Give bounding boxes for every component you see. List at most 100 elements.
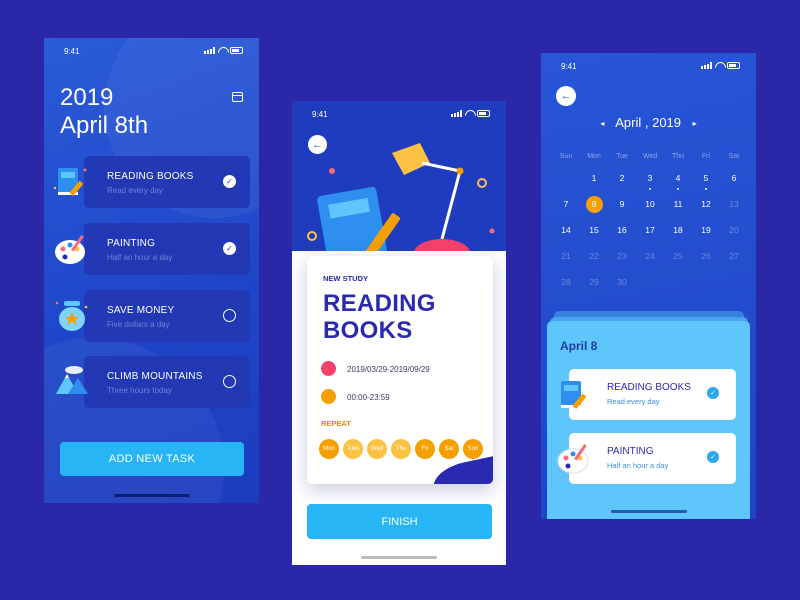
time-range[interactable]: 00:00-23:59 <box>347 393 390 402</box>
task-subtitle: Five dollars a day <box>107 320 170 329</box>
calendar-day-number: 26 <box>701 251 711 261</box>
calendar-day-number: 29 <box>589 277 599 287</box>
calendar-day[interactable]: 24 <box>636 249 664 264</box>
day-toggle-fri[interactable]: Fri <box>415 439 435 459</box>
calendar-day-number: 7 <box>563 199 569 209</box>
task-title: PAINTING <box>107 238 156 249</box>
calendar-day[interactable]: 4 <box>664 171 692 190</box>
calendar-day-number: 22 <box>589 251 599 261</box>
status-bar: 9:41 <box>292 101 506 125</box>
calendar-grid: Sun Mon Tue Wed Thu Fri Sat 1 2 3 4 5 6 7 8 9 10 1… <box>552 153 748 290</box>
task-checkbox[interactable]: ✓ <box>223 175 236 188</box>
calendar-day[interactable]: 23 <box>608 249 636 264</box>
day-task-painting[interactable]: PAINTING Half an hour a day ✓ <box>557 433 736 484</box>
calendar-day[interactable]: 9 <box>608 197 636 212</box>
calendar-day[interactable]: 8 <box>580 196 608 213</box>
month-label: April , 2019 <box>615 115 682 130</box>
task-item-reading[interactable]: READING BOOKS Read every day ✓ <box>84 156 250 208</box>
calendar-day[interactable]: 5 <box>692 171 720 190</box>
home-indicator <box>610 510 687 513</box>
calendar-day[interactable]: 25 <box>664 249 692 264</box>
day-toggle-thu[interactable]: Thu <box>391 439 411 459</box>
calendar-day[interactable]: 13 <box>720 197 748 212</box>
home-indicator <box>361 556 437 559</box>
calendar-day[interactable]: 26 <box>692 249 720 264</box>
weekday-label: Sun <box>559 153 573 160</box>
task-checkbox[interactable] <box>223 309 236 322</box>
repeat-label: REPEAT <box>321 419 351 428</box>
calendar-day-number: 16 <box>617 225 627 235</box>
calendar-day[interactable]: 17 <box>636 223 664 238</box>
calendar-day-number: 10 <box>645 199 655 209</box>
calendar-day-number: 1 <box>591 173 597 183</box>
weekday-label: Sat <box>728 153 740 160</box>
calendar-day[interactable]: 2 <box>608 171 636 186</box>
calendar-day[interactable]: 30 <box>608 275 636 290</box>
status-time: 9:41 <box>312 110 328 119</box>
day-toggle-wed[interactable]: Wed <box>367 439 387 459</box>
calendar-day[interactable]: 6 <box>720 171 748 186</box>
calendar-day[interactable]: 12 <box>692 197 720 212</box>
weekday-label: Fri <box>701 153 711 160</box>
calendar-day-number: 13 <box>729 199 739 209</box>
calendar-icon[interactable] <box>232 92 243 102</box>
clock-icon <box>321 389 336 404</box>
calendar-day-number: 17 <box>645 225 655 235</box>
calendar-day[interactable]: 22 <box>580 249 608 264</box>
task-detail-screen: 9:41 ← NEW STUDY READING BOOKS 2019/03/2… <box>292 101 506 565</box>
calendar-day[interactable]: 7 <box>552 197 580 212</box>
battery-icon <box>230 47 243 54</box>
calendar-day[interactable]: 16 <box>608 223 636 238</box>
date-range[interactable]: 2019/03/29-2019/09/29 <box>347 365 430 374</box>
prev-month-button[interactable]: ◂ <box>600 119 604 128</box>
status-bar: 9:41 <box>44 38 259 62</box>
calendar-day[interactable]: 19 <box>692 223 720 238</box>
calendar-day[interactable]: 21 <box>552 249 580 264</box>
task-item-climb-mountains[interactable]: CLIMB MOUNTAINS Three hours today <box>84 356 250 408</box>
task-checkbox[interactable] <box>223 375 236 388</box>
header-year: 2019 <box>60 84 114 111</box>
day-task-reading[interactable]: READING BOOKS Read every day ✓ <box>561 369 736 420</box>
task-checkbox[interactable]: ✓ <box>223 242 236 255</box>
day-toggle-mon[interactable]: Mon <box>319 439 339 459</box>
task-title: READING BOOKS <box>607 382 691 393</box>
card-kicker: NEW STUDY <box>323 274 368 283</box>
calendar-day[interactable]: 28 <box>552 275 580 290</box>
battery-icon <box>727 62 740 69</box>
calendar-day[interactable]: 18 <box>664 223 692 238</box>
task-checkbox[interactable]: ✓ <box>707 387 719 399</box>
signal-icon <box>204 47 215 54</box>
calendar-day[interactable]: 20 <box>720 223 748 238</box>
palette-icon <box>557 444 589 474</box>
calendar-empty-cell <box>664 275 692 290</box>
calendar-day-number: 30 <box>617 277 627 287</box>
calendar-day[interactable]: 27 <box>720 249 748 264</box>
task-checkbox[interactable]: ✓ <box>707 451 719 463</box>
calendar-day[interactable]: 11 <box>664 197 692 212</box>
task-item-save-money[interactable]: SAVE MONEY Five dollars a day <box>84 290 250 342</box>
calendar-day[interactable]: 15 <box>580 223 608 238</box>
calendar-day[interactable]: 3 <box>636 171 664 190</box>
home-indicator <box>113 494 190 497</box>
card-title: READING BOOKS <box>323 290 436 344</box>
day-toggle-sat[interactable]: Sat <box>439 439 459 459</box>
book-pencil-icon <box>561 381 587 409</box>
calendar-icon <box>321 361 336 376</box>
status-time: 9:41 <box>561 62 577 71</box>
day-toggle-tues[interactable]: Tues <box>343 439 363 459</box>
next-month-button[interactable]: ▸ <box>693 119 697 128</box>
desk-illustration <box>307 143 495 267</box>
calendar-empty-cell <box>720 275 748 290</box>
calendar-day[interactable]: 1 <box>580 171 608 186</box>
calendar-day[interactable]: 14 <box>552 223 580 238</box>
task-item-painting[interactable]: PAINTING Half an hour a day ✓ <box>84 223 250 275</box>
day-toggle-sun[interactable]: Sun <box>463 439 483 459</box>
calendar-day[interactable]: 10 <box>636 197 664 212</box>
calendar-empty-cell <box>552 171 580 186</box>
finish-button[interactable]: FINISH <box>307 504 492 539</box>
calendar-day-number: 18 <box>673 225 683 235</box>
calendar-day[interactable]: 29 <box>580 275 608 290</box>
back-button[interactable]: ← <box>556 86 576 106</box>
task-subtitle: Three hours today <box>107 386 172 395</box>
add-new-task-button[interactable]: ADD NEW TASK <box>60 442 244 476</box>
